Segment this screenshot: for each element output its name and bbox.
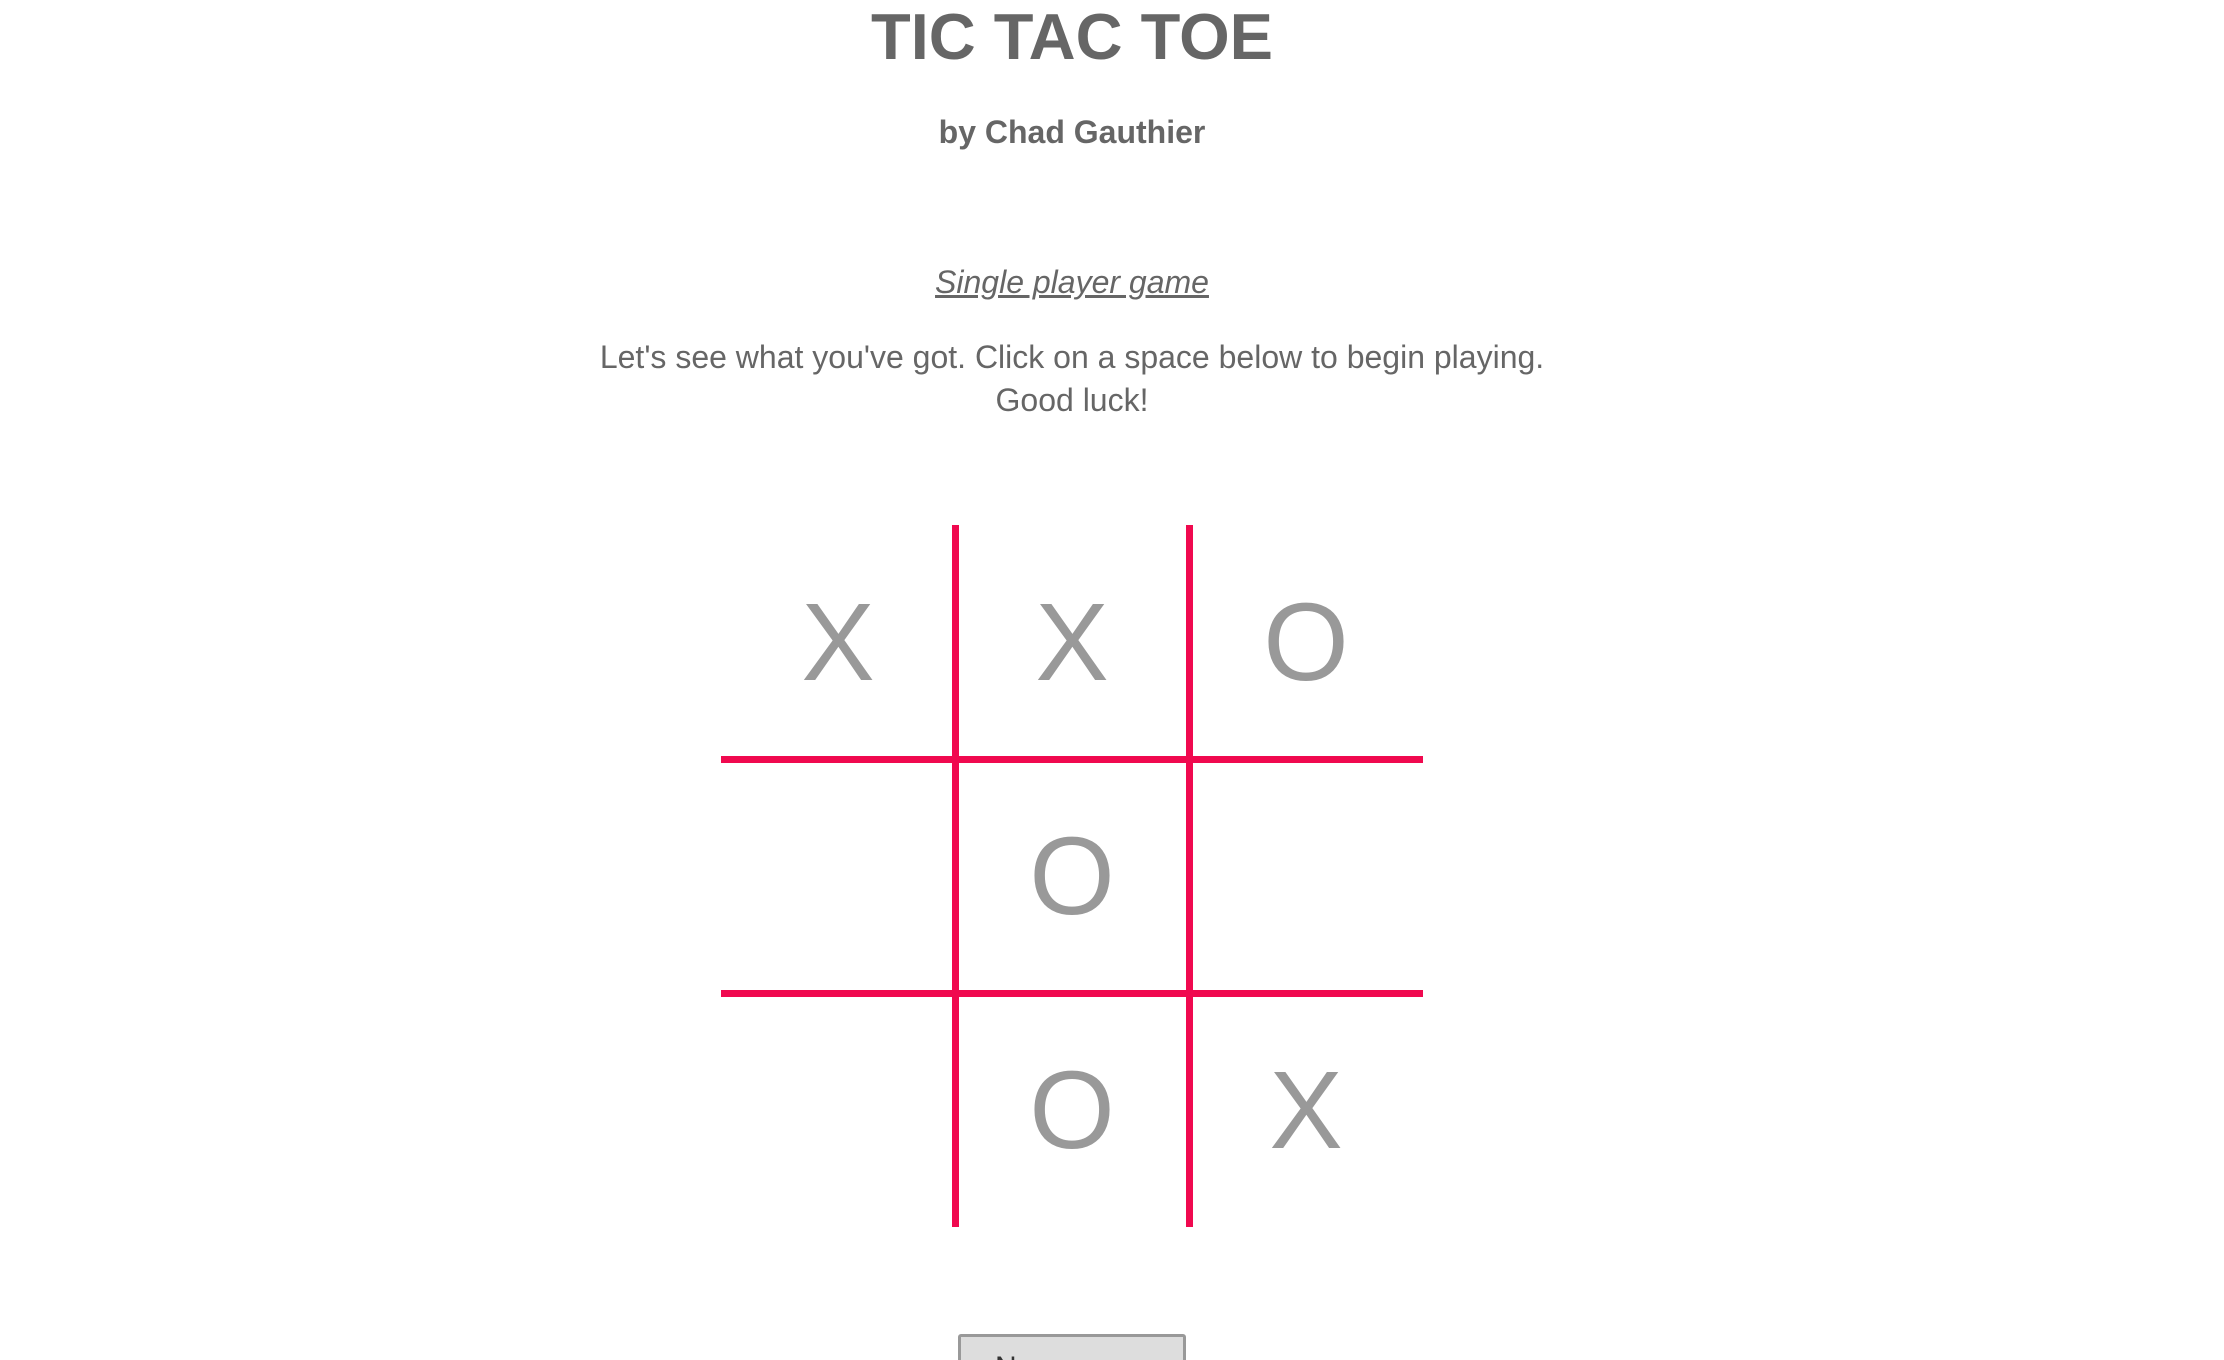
game-board: X X O O O X: [721, 525, 1423, 1227]
instructions-line-2: Good luck!: [995, 382, 1149, 418]
board-cell-2[interactable]: X: [955, 525, 1189, 759]
board-cell-9[interactable]: X: [1189, 993, 1423, 1227]
board-cell-7[interactable]: [721, 993, 955, 1227]
instructions-line-1: Let's see what you've got. Click on a sp…: [599, 339, 1545, 375]
board-cell-1[interactable]: X: [721, 525, 955, 759]
board-cell-8[interactable]: O: [955, 993, 1189, 1227]
grid-line-vertical-2: [1186, 525, 1193, 1227]
grid-line-vertical-1: [952, 525, 959, 1227]
author-byline: by Chad Gauthier: [938, 114, 1206, 150]
page: TIC TAC TOE by Chad Gauthier Single play…: [0, 0, 2224, 1360]
grid-line-horizontal-2: [721, 990, 1423, 997]
board-cell-3[interactable]: O: [1189, 525, 1423, 759]
game-mode-link[interactable]: Single player game: [0, 262, 2144, 302]
page-title: TIC TAC TOE: [870, 0, 1274, 73]
board-cell-4[interactable]: [721, 759, 955, 993]
new-game-button[interactable]: N: [958, 1334, 1186, 1360]
instructions: Let's see what you've got. Click on a sp…: [0, 336, 2144, 422]
grid-line-horizontal-1: [721, 756, 1423, 763]
board-cell-6[interactable]: [1189, 759, 1423, 993]
board-cell-5[interactable]: O: [955, 759, 1189, 993]
